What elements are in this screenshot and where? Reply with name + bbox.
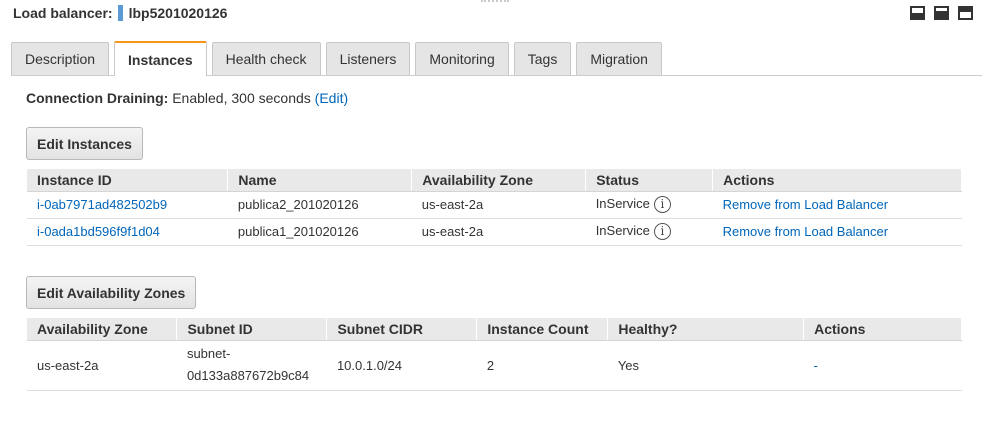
remove-from-load-balancer-link[interactable]: Remove from Load Balancer [712,191,962,219]
subnet-cidr: 10.0.1.0/24 [326,340,477,391]
info-icon[interactable]: i [653,223,671,241]
bottom-pane-icon[interactable] [910,6,925,20]
instances-header-row: Instance ID Name Availability Zone Statu… [27,169,962,192]
load-balancer-header: Load balancer: lbp5201020126 [13,4,227,22]
half-pane-icon[interactable] [934,6,949,20]
tab-listeners[interactable]: Listeners [325,42,411,75]
tab-description[interactable]: Description [11,42,110,75]
resize-handle[interactable] [481,0,509,3]
column-header-availability-zone[interactable]: Availability Zone [27,318,178,341]
edit-instances-button[interactable]: Edit Instances [26,127,143,160]
table-row: i-0ab7971ad482502b9 publica2_201020126 u… [27,191,962,219]
instance-id-link[interactable]: i-0ab7971ad482502b9 [27,191,228,219]
availability-zones-table: Availability Zone Subnet ID Subnet CIDR … [27,318,962,391]
full-pane-icon[interactable] [958,6,973,20]
column-header-availability-zone[interactable]: Availability Zone [411,169,587,192]
instance-id-link[interactable]: i-0ada1bd596f9f1d04 [27,218,228,246]
instance-count: 2 [476,340,608,391]
instance-name: publica2_201020126 [227,191,412,219]
load-balancer-name: lbp5201020126 [128,5,228,21]
tab-monitoring[interactable]: Monitoring [415,42,509,75]
status-text: InService [595,195,650,211]
instances-table: Instance ID Name Availability Zone Statu… [27,169,962,246]
column-header-instance-id[interactable]: Instance ID [27,169,229,192]
table-row: i-0ada1bd596f9f1d04 publica1_201020126 u… [27,218,962,246]
zone-action-link[interactable]: - [803,340,962,391]
column-header-actions: Actions [712,169,962,192]
column-header-name[interactable]: Name [227,169,413,192]
load-balancer-marker [117,5,123,21]
instance-zone: us-east-2a [411,191,586,219]
load-balancer-label: Load balancer: [13,5,113,21]
edit-availability-zones-button[interactable]: Edit Availability Zones [26,276,197,309]
remove-from-load-balancer-link[interactable]: Remove from Load Balancer [712,218,962,246]
connection-draining-label: Connection Draining: [26,90,169,106]
column-header-healthy[interactable]: Healthy? [607,318,805,341]
status-text: InService [595,222,650,238]
connection-draining: Connection Draining: Enabled, 300 second… [26,90,348,106]
table-row: us-east-2a subnet- 0d133a887672b9c84 10.0… [27,340,962,391]
column-header-instance-count[interactable]: Instance Count [476,318,609,341]
healthy-value: Yes [607,340,804,391]
subnet-id: subnet- 0d133a887672b9c84 [176,340,327,391]
tab-instances[interactable]: Instances [114,41,207,76]
instance-name: publica1_201020126 [227,218,412,246]
pane-layout-controls [910,6,973,20]
subnet-id-line1: subnet- [186,346,231,361]
instance-status: InService i [585,218,713,246]
tab-bar: Description Instances Health check Liste… [11,41,982,76]
column-header-actions: Actions [803,318,962,341]
instance-status: InService i [585,191,713,219]
column-header-subnet-cidr[interactable]: Subnet CIDR [326,318,478,341]
column-header-subnet-id[interactable]: Subnet ID [176,318,328,341]
column-header-status[interactable]: Status [585,169,714,192]
tab-health-check[interactable]: Health check [211,42,321,75]
tab-tags[interactable]: Tags [513,42,572,75]
zones-header-row: Availability Zone Subnet ID Subnet CIDR … [27,318,962,341]
subnet-id-line2: 0d133a887672b9c84 [186,368,310,383]
zone-name: us-east-2a [27,340,177,391]
connection-draining-value: Enabled, 300 seconds [172,90,311,106]
tab-migration[interactable]: Migration [576,42,662,75]
connection-draining-edit-link[interactable]: (Edit) [315,90,348,106]
instance-zone: us-east-2a [411,218,586,246]
info-icon[interactable]: i [653,196,671,214]
